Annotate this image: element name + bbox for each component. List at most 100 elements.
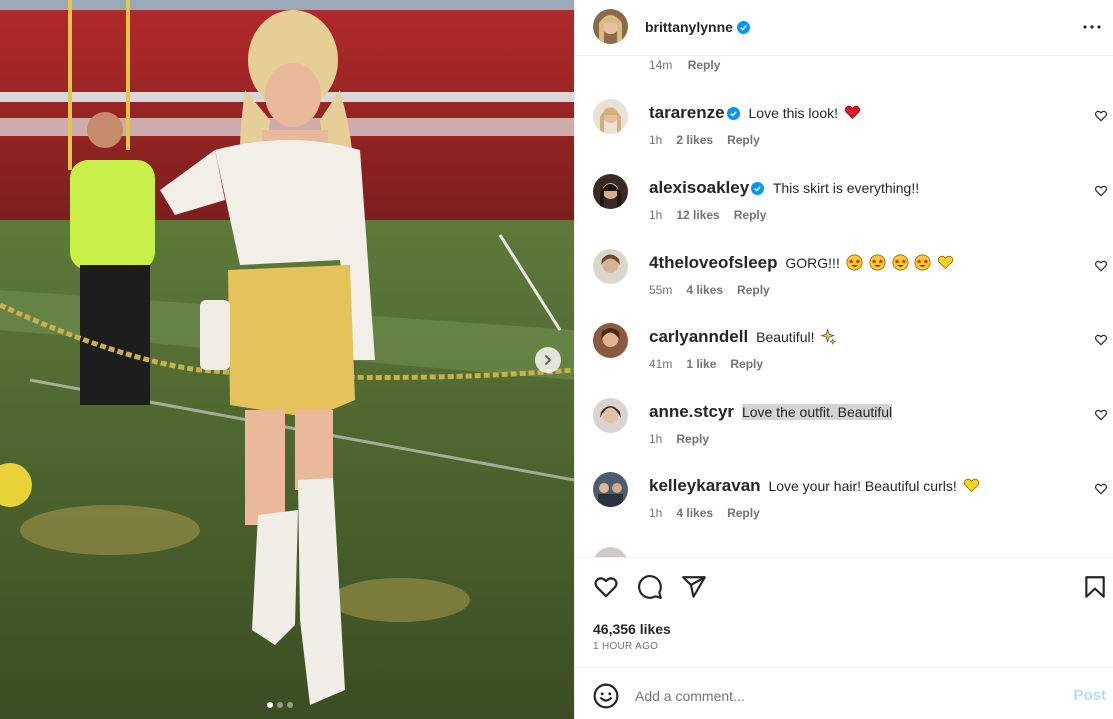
star-eyes-emoji-icon	[892, 254, 909, 271]
commenter-username[interactable]: carlyanndell	[649, 327, 748, 346]
comment-like-heart-icon[interactable]	[1094, 333, 1108, 347]
carousel-indicator	[267, 702, 293, 708]
comment-time: 55m	[649, 283, 673, 297]
comment-item: tararenze Love this look! 1h 2 likes Reply	[575, 99, 1113, 171]
post-actions: 46,356 likes 1 HOUR AGO	[575, 557, 1113, 667]
smiley-icon[interactable]	[593, 683, 619, 709]
commenter-username[interactable]: kelleykaravan	[649, 476, 761, 495]
commenter-avatar-image	[593, 323, 628, 358]
comment-time: 1h	[649, 432, 663, 446]
comment-meta: 55m 4 likes Reply	[649, 283, 784, 297]
comment-like-heart-icon[interactable]	[1094, 184, 1108, 198]
commenter-avatar[interactable]	[593, 323, 628, 358]
comments-list[interactable]: 14m Reply tararenze Love this look! 1h 2 …	[575, 57, 1113, 557]
comment-like-heart-icon[interactable]	[1094, 109, 1108, 123]
comment-meta: 41m 1 like Reply	[649, 357, 777, 371]
reply-button[interactable]: Reply	[737, 283, 770, 297]
commenter-avatar-image	[593, 472, 628, 507]
comment-likes[interactable]: 2 likes	[676, 133, 713, 147]
comment-text: Love this look!	[748, 105, 839, 121]
commenter-avatar[interactable]	[593, 99, 628, 134]
comment-line: anne.stcyr Love the outfit. Beautiful	[649, 402, 893, 422]
commenter-username[interactable]: tararenze	[649, 103, 725, 122]
comment-meta: 1h 2 likes Reply	[649, 133, 774, 147]
author-avatar[interactable]	[593, 9, 628, 44]
previous-comment-meta: 14m Reply	[649, 58, 720, 72]
commenter-avatar[interactable]	[593, 249, 628, 284]
carousel-next-button[interactable]	[535, 347, 561, 373]
carousel-dot-2	[277, 702, 283, 708]
comment-time: 1h	[649, 208, 663, 222]
star-eyes-emoji-icon	[914, 254, 931, 271]
comment-item: carlyanndell Beautiful! 41m 1 like Reply	[575, 323, 1113, 395]
verified-badge-icon	[751, 182, 765, 195]
comment-likes[interactable]: 1 like	[686, 357, 716, 371]
reply-button[interactable]: Reply	[734, 208, 767, 222]
comment-meta: 1h 12 likes Reply	[649, 208, 780, 222]
comment-line: kelleykaravan Love your hair! Beautiful …	[649, 476, 980, 496]
reply-button[interactable]: Reply	[727, 133, 760, 147]
yellow-heart-emoji-icon	[963, 478, 979, 492]
comment-like-heart-icon[interactable]	[1094, 482, 1108, 496]
carousel-dot-1	[267, 702, 273, 708]
star-eyes-emoji-icon	[869, 254, 886, 271]
reply-button[interactable]: Reply	[730, 357, 763, 371]
star-eyes-emoji-icon	[846, 254, 863, 271]
commenter-username[interactable]: alexisoakley	[649, 178, 749, 197]
likes-count[interactable]: 46,356 likes	[593, 621, 671, 637]
comment-input[interactable]	[635, 682, 1035, 710]
post-comment-button[interactable]: Post	[1073, 687, 1106, 704]
post-side-panel: brittanylynne 14m Reply tararenze Love t…	[574, 0, 1113, 719]
comment-text: GORG!!!	[785, 255, 840, 271]
verified-badge-icon	[736, 21, 750, 34]
commenter-avatar[interactable]	[593, 547, 628, 557]
commenter-avatar-image	[593, 249, 628, 284]
comment-text: Love the outfit. Beautiful	[741, 404, 893, 420]
comment-line: 4theloveofsleep GORG!!!	[649, 253, 954, 273]
comment-time: 41m	[649, 357, 673, 371]
yellow-heart-emoji-icon	[938, 255, 954, 269]
comment-line: carlyanndell Beautiful!	[649, 327, 837, 347]
comment-like-heart-icon[interactable]	[1094, 408, 1108, 422]
carousel-dot-3	[287, 702, 293, 708]
reply-button[interactable]: Reply	[688, 58, 721, 72]
chevron-right-icon	[545, 355, 551, 365]
more-options-icon[interactable]	[1080, 15, 1104, 39]
reply-button[interactable]: Reply	[727, 506, 760, 520]
comment-line: tararenze Love this look!	[649, 103, 861, 123]
verified-badge-icon	[726, 107, 740, 120]
post-photo[interactable]	[0, 0, 574, 719]
comment-item: kelleykaravan Love your hair! Beautiful …	[575, 472, 1113, 544]
comment-likes[interactable]: 4 likes	[686, 283, 723, 297]
comment-text: This skirt is everything!!	[772, 180, 920, 196]
comment-item: 4theloveofsleep GORG!!! 55m 4 likes Reply	[575, 249, 1113, 321]
comment-meta: 1h Reply	[649, 432, 723, 446]
author-username-text[interactable]: brittanylynne	[645, 19, 733, 35]
commenter-avatar[interactable]	[593, 174, 628, 209]
comment-item: alexisoakley This skirt is everything!! …	[575, 174, 1113, 246]
comment-time: 14m	[649, 58, 673, 72]
reply-button[interactable]: Reply	[676, 432, 709, 446]
comment-likes[interactable]: 12 likes	[676, 208, 719, 222]
red-heart-emoji-icon	[844, 105, 861, 119]
send-icon[interactable]	[681, 574, 707, 600]
comment-text: Love your hair! Beautiful curls!	[768, 478, 957, 494]
commenter-username[interactable]: anne.stcyr	[649, 402, 734, 421]
comment-line: alexisoakley This skirt is everything!!	[649, 178, 919, 198]
heart-icon[interactable]	[593, 574, 619, 600]
comment-likes[interactable]: 4 likes	[676, 506, 713, 520]
author-avatar-image	[593, 9, 628, 44]
commenter-avatar-image	[593, 398, 628, 433]
comment-like-heart-icon[interactable]	[1094, 259, 1108, 273]
comment-text: Beautiful!	[756, 329, 815, 345]
bookmark-icon[interactable]	[1082, 574, 1108, 600]
commenter-username[interactable]: 4theloveofsleep	[649, 253, 778, 272]
sparkles-emoji-icon	[820, 328, 837, 345]
comment-item: anne.stcyr Love the outfit. Beautiful 1h…	[575, 398, 1113, 470]
post-header: brittanylynne	[575, 0, 1113, 56]
commenter-avatar[interactable]	[593, 398, 628, 433]
comment-bubble-icon[interactable]	[637, 574, 663, 600]
author-username[interactable]: brittanylynne	[645, 19, 750, 35]
commenter-avatar[interactable]	[593, 472, 628, 507]
stadium-photo-image	[0, 0, 574, 719]
